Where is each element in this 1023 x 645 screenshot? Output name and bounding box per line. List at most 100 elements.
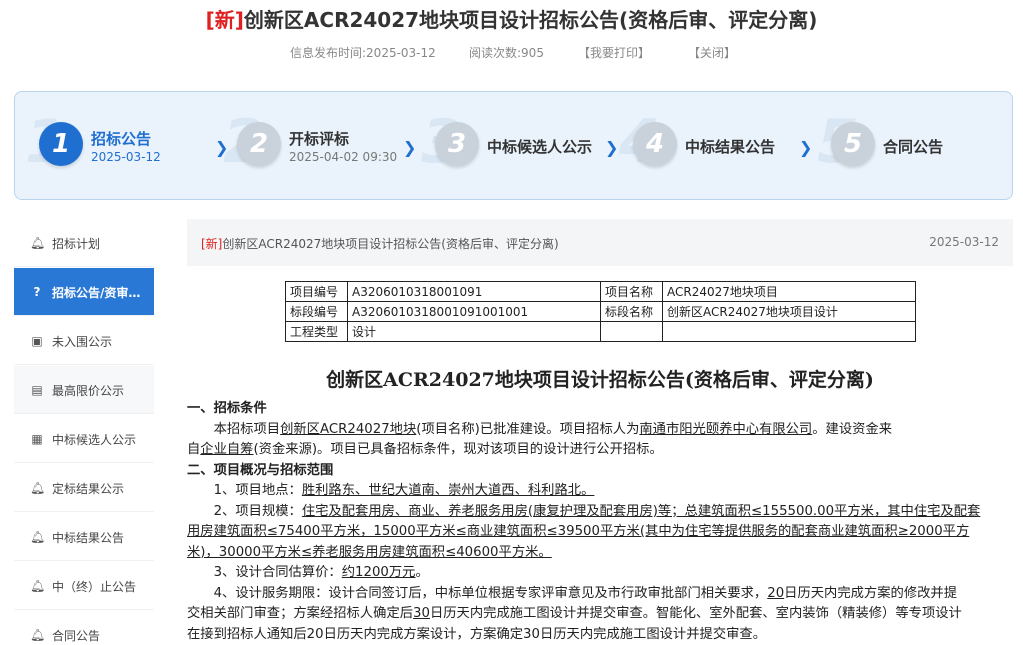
sidebar-item-label: 中标候选人公示 xyxy=(52,433,137,447)
table-cell: 标段名称 xyxy=(600,301,663,322)
close-link[interactable]: 【关闭】 xyxy=(688,44,736,61)
sidebar-item-announcement[interactable]: ? 招标公告/资审… xyxy=(14,268,154,316)
title-text: 创新区ACR24027地块项目设计招标公告(资格后审、评定分离) xyxy=(243,8,818,32)
price-tag-icon: ▤ xyxy=(31,383,43,397)
text: 3、设计合同估算价： xyxy=(213,565,342,580)
sidebar-item-label: 定标结果公示 xyxy=(52,482,125,496)
sidebar-item-label: 中（终）止公告 xyxy=(52,580,137,594)
sidebar-item-candidates[interactable]: ▦ 中标候选人公示 xyxy=(14,415,154,463)
table-cell: 标段编号 xyxy=(285,301,348,322)
table-cell: A3206010318001091001001 xyxy=(347,301,601,322)
underlined-value: 创新区ACR24027地块 xyxy=(280,421,417,437)
sidebar: 🔔︎ 招标计划 ? 招标公告/资审… ▣ 未入围公示 ▤ 最高限价公示 ▦ 中标… xyxy=(14,219,154,645)
paragraph: 2、项目规模：住宅及配套用房、商业、养老服务用房(康复护理及配套用房)等；总建筑… xyxy=(187,502,1013,523)
print-link[interactable]: 【我要打印】 xyxy=(578,44,650,61)
paragraph: 米)，30000平方米≤养老服务用房建筑面积≤40600平方米。 xyxy=(187,543,1013,564)
underlined-value: 住宅及配套用房、商业、养老服务用房(康复护理及配套用房)等；总建筑面积≤1555… xyxy=(301,503,981,519)
paragraph: 本招标项目创新区ACR24027地块(项目名称)已批准建设。项目招标人为南通市阳… xyxy=(187,420,1013,441)
step-number: 3 xyxy=(435,122,479,166)
sidebar-item-label: 中标结果公告 xyxy=(52,531,125,545)
sidebar-item-termination[interactable]: 🔔︎ 中（终）止公告 xyxy=(14,562,154,610)
process-steps: 1 1 招标公告 2025-03-12 ❯ 2 2 开标评标 2025-04-0… xyxy=(14,91,1013,200)
document-title: 创新区ACR24027地块项目设计招标公告(资格后审、评定分离) xyxy=(326,369,874,391)
step-number: 2 xyxy=(237,122,281,166)
table-cell: ACR24027地块项目 xyxy=(662,281,916,302)
paragraph: 1、项目地点：胜利路东、世纪大道南、崇州大道西、科利路北。 xyxy=(187,481,1013,502)
paragraph: 在接到招标人通知后20日历天内完成方案设计，方案确定30日历天内完成施工图设计并… xyxy=(187,625,1013,645)
bell-icon: 🔔︎ xyxy=(30,236,46,250)
table-row: 标段编号 A3206010318001091001001 标段名称 创新区ACR… xyxy=(285,301,916,322)
paragraph: 用房建筑面积≤75400平方米，15000平方米≤商业建筑面积≤39500平方米… xyxy=(187,522,1013,543)
bell-icon: 🔔︎ xyxy=(30,481,46,495)
briefcase-icon: ▣ xyxy=(31,334,43,348)
notice-header: [新]创新区ACR24027地块项目设计招标公告(资格后审、评定分离) 2025… xyxy=(187,219,1013,266)
text: 4、设计服务期限：设计合同签订后，中标单位根据专家评审意见及市行政审批部门相关要… xyxy=(213,585,768,601)
paragraph: 4、设计服务期限：设计合同签订后，中标单位根据专家评审意见及市行政审批部门相关要… xyxy=(187,584,1013,605)
notice-title-text: 创新区ACR24027地块项目设计招标公告(资格后审、评定分离) xyxy=(222,237,559,251)
chevron-right-icon: ❯ xyxy=(403,138,417,157)
question-icon: ? xyxy=(33,285,41,299)
paragraph: 交相关部门审查；方案经招标人确定后30日历天内完成施工图设计并提交审查。智能化、… xyxy=(187,604,1013,625)
notice-date: 2025-03-12 xyxy=(929,235,999,249)
text: 。 xyxy=(415,565,429,580)
text: 2、项目规模： xyxy=(213,503,302,519)
step-label: 开标评标 xyxy=(289,130,350,148)
underlined-value: 米)，30000平方米≤养老服务用房建筑面积≤40600平方米。 xyxy=(187,544,552,560)
section-heading: 一、招标条件 xyxy=(187,401,267,416)
bell-icon: 🔔︎ xyxy=(30,530,46,544)
table-cell: 设计 xyxy=(347,321,601,342)
sidebar-item-not-shortlisted[interactable]: ▣ 未入围公示 xyxy=(14,317,154,365)
table-row: 项目编号 A3206010318001091 项目名称 ACR24027地块项目 xyxy=(285,281,916,302)
step-label: 合同公告 xyxy=(883,138,944,156)
table-row: 工程类型 设计 xyxy=(285,321,916,342)
sidebar-item-label: 最高限价公示 xyxy=(52,384,125,398)
bell-icon: 🔔︎ xyxy=(30,628,46,642)
project-info-table: 项目编号 A3206010318001091 项目名称 ACR24027地块项目… xyxy=(285,281,916,342)
notice-title[interactable]: [新]创新区ACR24027地块项目设计招标公告(资格后审、评定分离) xyxy=(201,235,559,252)
text: 1、项目地点： xyxy=(213,483,302,498)
text: 交相关部门审查；方案经招标人确定后 xyxy=(187,606,414,621)
sidebar-item-contract[interactable]: 🔔︎ 合同公告 xyxy=(14,611,154,645)
new-tag: [新] xyxy=(201,237,223,251)
step-number: 1 xyxy=(39,122,83,166)
table-cell: 项目编号 xyxy=(285,281,348,302)
sidebar-item-plan[interactable]: 🔔︎ 招标计划 xyxy=(14,219,154,267)
paragraph: 自企业自筹(资金来源)。项目已具备招标条件，现对该项目的设计进行公开招标。 xyxy=(187,440,1013,461)
sidebar-item-award-result[interactable]: 🔔︎ 中标结果公告 xyxy=(14,513,154,561)
sidebar-item-label: 未入围公示 xyxy=(52,335,113,349)
text: 日历天内完成施工图设计并提交审查。智能化、室外配套、室内装饰（精装修）等专项设计 xyxy=(429,606,962,621)
underlined-value: 20 xyxy=(767,585,785,601)
page-title: [新]创新区ACR24027地块项目设计招标公告(资格后审、评定分离) xyxy=(0,4,1023,33)
step-label: 中标结果公告 xyxy=(685,138,776,156)
paragraph: 3、设计合同估算价：约1200万元。 xyxy=(187,563,1013,584)
main-content: [新]创新区ACR24027地块项目设计招标公告(资格后审、评定分离) 2025… xyxy=(187,219,1013,645)
chevron-right-icon: ❯ xyxy=(799,138,813,157)
underlined-value: 用房建筑面积≤75400平方米，15000平方米≤商业建筑面积≤39500平方米… xyxy=(187,524,970,539)
chevron-right-icon: ❯ xyxy=(605,138,619,157)
bell-icon: 🔔︎ xyxy=(30,579,46,593)
step-number: 5 xyxy=(831,122,875,166)
underlined-value: 30 xyxy=(413,606,430,621)
document-body: 一、招标条件 本招标项目创新区ACR24027地块(项目名称)已批准建设。项目招… xyxy=(187,399,1013,645)
table-cell: 工程类型 xyxy=(285,321,348,342)
document-icon: ▦ xyxy=(31,432,43,446)
step-date: 2025-03-12 xyxy=(91,150,161,164)
table-cell xyxy=(662,321,916,342)
new-tag: [新] xyxy=(205,8,244,32)
text: 。建设资金来 xyxy=(812,421,893,437)
step-number: 4 xyxy=(633,122,677,166)
underlined-value: 南通市阳光颐养中心有限公司 xyxy=(639,421,813,437)
sidebar-item-max-price[interactable]: ▤ 最高限价公示 xyxy=(14,366,154,414)
table-cell: 创新区ACR24027地块项目设计 xyxy=(662,301,916,322)
publish-time: 信息发布时间:2025-03-12 xyxy=(290,46,436,60)
sidebar-item-award-decision[interactable]: 🔔︎ 定标结果公示 xyxy=(14,464,154,512)
underlined-value: 企业自筹 xyxy=(200,442,254,457)
section-heading: 二、项目概况与招标范围 xyxy=(187,462,334,478)
step-label: 招标公告 xyxy=(91,130,152,148)
step-date: 2025-04-02 09:30 xyxy=(289,150,398,164)
table-cell: A3206010318001091 xyxy=(347,281,601,302)
text: (项目名称)已批准建设。项目招标人为 xyxy=(416,421,640,437)
table-cell xyxy=(600,321,663,342)
underlined-value: 胜利路东、世纪大道南、崇州大道西、科利路北。 xyxy=(301,483,595,498)
table-cell: 项目名称 xyxy=(600,281,663,302)
